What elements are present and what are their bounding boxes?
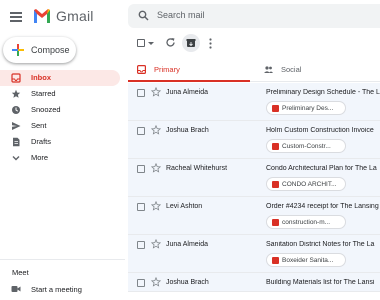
sidebar-nav: Inbox Starred Snoozed Sent Drafts More (0, 70, 125, 166)
archive-button[interactable] (182, 34, 200, 52)
compose-button[interactable]: Compose (3, 37, 76, 63)
menu-bar (10, 20, 22, 22)
sidebar-item-inbox[interactable]: Inbox (0, 70, 120, 86)
email-sender: Joshua Brach (166, 279, 209, 286)
search-icon[interactable] (138, 10, 149, 21)
video-camera-icon (11, 286, 21, 292)
email-row[interactable]: Joshua Brach Building Materials list for… (128, 273, 380, 292)
image-file-icon (272, 257, 279, 264)
plus-icon (12, 44, 24, 56)
sidebar-item-sent[interactable]: Sent (0, 118, 125, 134)
search-bar[interactable]: Search mail (128, 4, 380, 28)
email-sender: Juna Almeida (166, 89, 209, 96)
attachment-name: CONDO ARCHIT... (282, 181, 337, 188)
email-sender: Juna Almeida (166, 241, 209, 248)
email-sender: Racheal Whitehurst (166, 165, 228, 172)
email-sender: Levi Ashton (166, 203, 203, 210)
sidebar-item-more[interactable]: More (0, 150, 125, 166)
email-row[interactable]: Joshua Brach Holm Custom Construction In… (128, 121, 380, 159)
email-row[interactable]: Racheal Whitehurst Condo Architectural P… (128, 159, 380, 197)
tab-social[interactable]: Social (255, 58, 380, 82)
email-subject: Order #4234 receipt for The Lansing (266, 203, 379, 210)
row-checkbox[interactable] (137, 279, 145, 287)
email-list: Juna Almeida Preliminary Design Schedule… (128, 83, 380, 292)
email-subject: Building Materials list for The Lansi (266, 279, 375, 286)
row-checkbox[interactable] (137, 203, 145, 211)
attachment-chip[interactable]: Boxeider Sanita... (266, 253, 346, 267)
star-outline-icon[interactable] (151, 125, 161, 135)
sidebar-item-label: Snoozed (31, 105, 61, 114)
attachment-name: Custom-Constr... (282, 143, 331, 150)
start-meeting-button[interactable]: Start a meeting (0, 284, 125, 296)
send-icon (12, 122, 21, 130)
email-subject: Sanitation District Notes for The La (266, 241, 375, 248)
email-row[interactable]: Juna Almeida Sanitation District Notes f… (128, 235, 380, 273)
inbox-icon (137, 65, 146, 74)
sidebar-item-label: Sent (31, 121, 47, 130)
star-outline-icon[interactable] (151, 201, 161, 211)
select-all-checkbox[interactable] (137, 39, 145, 47)
email-subject: Condo Architectural Plan for The La (266, 165, 377, 172)
inbox-icon (11, 73, 21, 83)
attachment-chip[interactable]: Custom-Constr... (266, 139, 346, 153)
attachment-name: Preliminary Des... (282, 105, 334, 112)
email-subject: Holm Custom Construction Invoice (266, 127, 374, 134)
divider (0, 259, 125, 260)
sidebar-item-label: Drafts (31, 137, 52, 146)
tab-primary[interactable]: Primary (128, 58, 250, 82)
draft-icon (13, 137, 20, 147)
star-outline-icon[interactable] (151, 163, 161, 173)
email-row[interactable]: Levi Ashton Order #4234 receipt for The … (128, 197, 380, 235)
email-row[interactable]: Juna Almeida Preliminary Design Schedule… (128, 83, 380, 121)
email-sender: Joshua Brach (166, 127, 209, 134)
sidebar-item-starred[interactable]: Starred (0, 86, 125, 102)
pdf-icon (272, 105, 279, 112)
tab-label: Social (281, 65, 302, 74)
compose-label: Compose (31, 45, 70, 55)
row-checkbox[interactable] (137, 241, 145, 249)
sidebar-item-label: Inbox (31, 73, 51, 82)
select-dropdown-caret-icon[interactable] (148, 42, 154, 45)
tab-label: Primary (154, 65, 180, 74)
people-icon (264, 66, 273, 73)
category-tabs: Primary Social (128, 58, 380, 82)
attachment-name: construction-m... (282, 219, 331, 226)
more-vertical-icon[interactable] (209, 38, 212, 49)
star-outline-icon[interactable] (151, 87, 161, 97)
row-checkbox[interactable] (137, 127, 145, 135)
star-outline-icon[interactable] (151, 277, 161, 287)
star-outline-icon[interactable] (151, 239, 161, 249)
menu-bar (10, 16, 22, 18)
attachment-name: Boxeider Sanita... (282, 257, 334, 264)
clock-icon (12, 106, 20, 114)
start-meeting-label: Start a meeting (31, 285, 82, 294)
gmail-logo-icon[interactable] (33, 8, 51, 24)
row-checkbox[interactable] (137, 165, 145, 173)
chevron-down-icon (12, 156, 20, 161)
attachment-chip[interactable]: Preliminary Des... (266, 101, 346, 115)
archive-icon (186, 39, 196, 47)
refresh-icon[interactable] (165, 37, 176, 48)
search-input[interactable]: Search mail (157, 10, 205, 20)
star-icon (11, 89, 21, 98)
brand-name: Gmail (56, 8, 94, 24)
row-checkbox[interactable] (137, 89, 145, 97)
sidebar-item-label: More (31, 153, 49, 162)
pdf-icon (272, 143, 279, 150)
menu-bar (10, 12, 22, 14)
attachment-chip[interactable]: construction-m... (266, 215, 346, 229)
attachment-chip[interactable]: CONDO ARCHIT... (266, 177, 346, 191)
main-menu-button[interactable] (10, 12, 22, 22)
meet-section-title: Meet (12, 268, 29, 277)
sidebar-item-snoozed[interactable]: Snoozed (0, 102, 125, 118)
email-subject: Preliminary Design Schedule - The L (266, 89, 380, 96)
sidebar-item-drafts[interactable]: Drafts (0, 134, 125, 150)
sidebar-item-label: Starred (31, 89, 56, 98)
pdf-icon (272, 181, 279, 188)
image-file-icon (272, 219, 279, 226)
mail-toolbar (128, 34, 380, 54)
